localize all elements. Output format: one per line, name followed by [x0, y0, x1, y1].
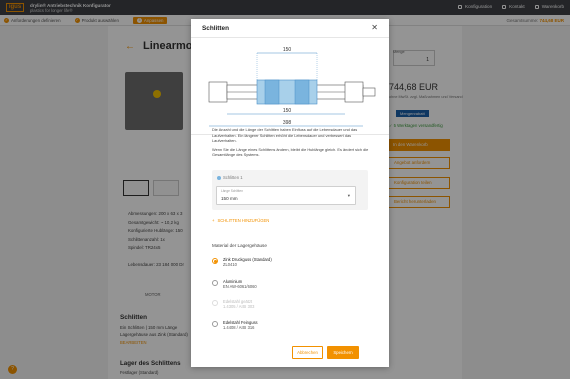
plus-icon: + — [212, 218, 215, 223]
description-paragraph: Die Anzahl und die Länge der Schlitten h… — [212, 127, 358, 144]
select-value: 150 mm — [221, 196, 238, 201]
radio-button[interactable] — [212, 280, 218, 286]
material-heading: Material der Lagergehäuse — [212, 243, 267, 248]
slider-card: Schlitten 1 Länge Schlitten 150 mm ▾ — [212, 170, 368, 210]
description-paragraph: Wenn Sie die Länge eines Schlittens ände… — [212, 146, 369, 158]
slider-length-select[interactable]: Länge Schlitten 150 mm ▾ — [216, 186, 356, 205]
dim-total-label: 398 — [283, 120, 292, 126]
modal-title: Schlitten — [202, 24, 229, 32]
slider-diagram: 150 150 398 — [208, 47, 376, 127]
chevron-down-icon: ▾ — [347, 193, 350, 198]
select-label: Länge Schlitten — [221, 189, 243, 193]
dim-stroke-label: 150 — [283, 108, 292, 114]
radio-button[interactable] — [212, 321, 218, 327]
radio-button — [212, 300, 218, 306]
schlitten-modal: Schlitten ✕ 150 150 398 Die Anzahl und d… — [191, 19, 389, 367]
material-option-aluminium[interactable]: Aluminium EN AW-6061/6060 — [212, 279, 362, 289]
save-button[interactable]: Speichern — [327, 346, 359, 359]
shaft — [362, 87, 376, 97]
add-slider-link[interactable]: + SCHLITTEN HINZUFÜGEN — [212, 218, 269, 223]
description: Die Anzahl und die Länge der Schlitten h… — [212, 127, 372, 161]
status-dot-icon — [217, 175, 221, 180]
dim-slider-label: 150 — [283, 47, 292, 53]
material-option-edelstahl-feinguss[interactable]: Edelstahl Feinguss 1.4408 / AISI 316 — [212, 320, 362, 330]
card-title: Schlitten 1 — [217, 175, 243, 180]
material-option-zink[interactable]: Zink Druckguss (Standard) ZL0410 — [212, 257, 362, 267]
radio-button[interactable] — [212, 258, 218, 264]
material-option-edelstahl-geaetzt: Edelstahl geätzt 1.4305 / AISI 303 — [212, 299, 362, 309]
modal-header: Schlitten — [191, 19, 389, 38]
cancel-button[interactable]: Abbrechen — [292, 346, 323, 359]
close-icon[interactable]: ✕ — [371, 23, 378, 32]
end-block-left — [208, 81, 228, 103]
end-block-right — [344, 81, 364, 103]
